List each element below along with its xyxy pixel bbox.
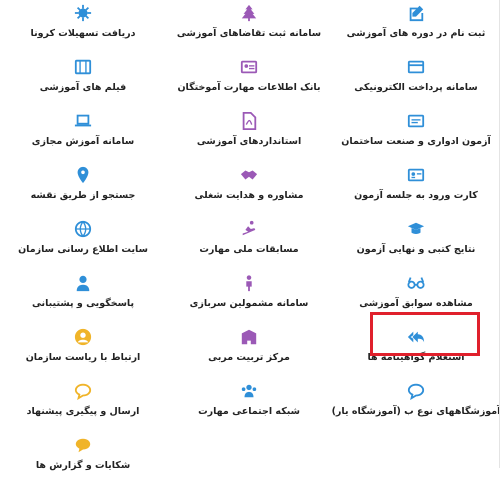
service-item[interactable]: سایت اطلاع رسانی سازمان	[0, 216, 166, 270]
laptop-icon	[72, 110, 94, 132]
service-item-label: مسابقات ملی مهارت	[199, 244, 299, 255]
service-item-label: سامانه آموزش مجازی	[31, 136, 135, 147]
service-item-label: مشاوره و هدایت شغلی	[194, 190, 304, 201]
service-item[interactable]: ارتباط با ریاست سازمان	[0, 324, 166, 378]
exam-icon	[405, 110, 427, 132]
service-item[interactable]: سامانه آموزش مجازی	[0, 108, 166, 162]
service-item-label: سامانه پرداخت الکترونیکی	[354, 82, 478, 93]
credit-card-icon	[405, 56, 427, 78]
service-item-label: آموزشگاههای نوع ب (آموزشگاه یار)	[331, 406, 500, 417]
service-item[interactable]: سامانه پرداخت الکترونیکی	[332, 54, 500, 108]
service-item-label: سایت اطلاع رسانی سازمان	[18, 244, 148, 255]
support-icon	[72, 272, 94, 294]
service-item[interactable]: ثبت نام در دوره های آموزشی	[332, 0, 500, 54]
service-item-label: فیلم های آموزشی	[39, 82, 127, 93]
user-circle-icon	[72, 326, 94, 348]
comment-icon	[405, 380, 427, 402]
service-item[interactable]: آموزشگاههای نوع ب (آموزشگاه یار)	[332, 378, 500, 432]
id-card-icon	[238, 56, 260, 78]
service-item[interactable]: آزمون ادواری و صنعت ساختمان	[332, 108, 500, 162]
service-item-label: نتایج کتبی و نهایی آزمون	[356, 244, 476, 255]
service-item[interactable]: سامانه مشمولین سربازی	[166, 270, 332, 324]
services-grid: ثبت نام در دوره های آموزشی سامانه ثبت تقا…	[0, 0, 500, 471]
service-item-label: جستجو از طریق نقشه	[30, 190, 136, 201]
service-item[interactable]: دریافت تسهیلات کرونا	[0, 0, 166, 54]
service-item-label: بانک اطلاعات مهارت آموختگان	[177, 82, 321, 93]
comments-icon	[72, 434, 94, 456]
empty-cell	[166, 432, 332, 486]
service-item[interactable]: فیلم های آموزشی	[0, 54, 166, 108]
service-item[interactable]: مسابقات ملی مهارت	[166, 216, 332, 270]
building-icon	[238, 326, 260, 348]
service-item[interactable]: مشاوره و هدایت شغلی	[166, 162, 332, 216]
service-item-label: استعلام گواهینامه ها	[367, 352, 465, 363]
service-item[interactable]: سامانه ثبت تقاضاهای آموزشی	[166, 0, 332, 54]
pdf-file-icon	[238, 110, 260, 132]
service-item[interactable]: کارت ورود به جلسه آزمون	[332, 162, 500, 216]
edit-icon	[405, 2, 427, 24]
service-item[interactable]: نتایج کتبی و نهایی آزمون	[332, 216, 500, 270]
service-item[interactable]: استعلام گواهینامه ها	[332, 324, 500, 378]
service-item[interactable]: ارسال و پیگیری پیشنهاد	[0, 378, 166, 432]
virus-icon	[72, 2, 94, 24]
service-item-label: مرکز تربیت مربی	[208, 352, 290, 363]
glasses-icon	[405, 272, 427, 294]
comment-icon	[72, 380, 94, 402]
users-icon	[238, 380, 260, 402]
service-item-label: آزمون ادواری و صنعت ساختمان	[341, 136, 491, 147]
skier-icon	[238, 218, 260, 240]
service-item-label: کارت ورود به جلسه آزمون	[354, 190, 478, 201]
service-item[interactable]: بانک اطلاعات مهارت آموختگان	[166, 54, 332, 108]
film-icon	[72, 56, 94, 78]
entry-card-icon	[405, 164, 427, 186]
service-item[interactable]: مرکز تربیت مربی	[166, 324, 332, 378]
reply-all-icon	[405, 326, 427, 348]
service-item-label: مشاهده سوابق آموزشی	[359, 298, 473, 309]
service-item[interactable]: جستجو از طریق نقشه	[0, 162, 166, 216]
globe-icon	[72, 218, 94, 240]
tree-icon	[238, 2, 260, 24]
empty-cell	[332, 432, 500, 486]
service-item[interactable]: استانداردهای آموزشی	[166, 108, 332, 162]
service-item[interactable]: پاسخگویی و پشتیبانی	[0, 270, 166, 324]
service-item-label: شکایات و گزارش ها	[35, 460, 131, 471]
service-item-label: استانداردهای آموزشی	[196, 136, 302, 147]
service-item-label: ارتباط با ریاست سازمان	[25, 352, 141, 363]
handshake-icon	[238, 164, 260, 186]
service-item[interactable]: شبکه اجتماعی مهارت	[166, 378, 332, 432]
service-item-label: سامانه مشمولین سربازی	[189, 298, 309, 309]
service-item-label: ثبت نام در دوره های آموزشی	[346, 28, 486, 39]
service-item[interactable]: شکایات و گزارش ها	[0, 432, 166, 486]
service-item[interactable]: مشاهده سوابق آموزشی	[332, 270, 500, 324]
map-marker-icon	[72, 164, 94, 186]
service-item-label: ارسال و پیگیری پیشنهاد	[26, 406, 140, 417]
service-item-label: دریافت تسهیلات کرونا	[30, 28, 136, 39]
service-item-label: شبکه اجتماعی مهارت	[198, 406, 300, 417]
service-item-label: پاسخگویی و پشتیبانی	[31, 298, 135, 309]
graduation-icon	[405, 218, 427, 240]
soldier-icon	[238, 272, 260, 294]
service-item-label: سامانه ثبت تقاضاهای آموزشی	[176, 28, 322, 39]
